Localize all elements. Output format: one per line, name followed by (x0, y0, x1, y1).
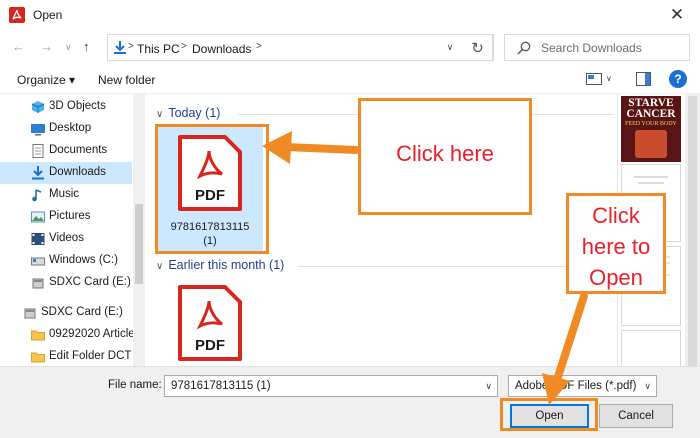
sidebar-item-sdxc-card-root[interactable]: SDXC Card (E:) (0, 302, 132, 324)
organize-menu-button[interactable]: Organize ▾ (17, 73, 75, 87)
navigation-pane: 3D Objects Desktop Documents Downloads M… (0, 94, 145, 366)
search-icon (517, 41, 531, 55)
sidebar-item-videos[interactable]: Videos (0, 228, 132, 250)
group-header-label: Earlier this month (1) (168, 258, 285, 272)
search-input[interactable]: Search Downloads (504, 34, 690, 61)
chevron-right-icon: > (181, 41, 187, 52)
chevron-down-icon: ∨ (156, 261, 164, 272)
title-bar: Open ✕ (0, 0, 700, 30)
chevron-right-icon[interactable]: > (256, 41, 262, 52)
breadcrumb-downloads[interactable]: Downloads (192, 42, 251, 56)
drive-icon (31, 257, 45, 266)
sidebar-item-label: SDXC Card (E:) (41, 306, 123, 318)
refresh-button[interactable]: ↻ (463, 34, 493, 61)
callout-text: Click here (396, 141, 494, 166)
folder-icon (31, 352, 45, 363)
help-button[interactable]: ? (669, 70, 687, 88)
sd-card-icon (32, 278, 44, 289)
callout-line: Click (592, 203, 640, 228)
group-header-today[interactable]: ∨ Today (1) (156, 106, 220, 120)
book-title: STARVE CANCER (626, 97, 676, 120)
sidebar-item-windows-c[interactable]: Windows (C:) (0, 250, 132, 272)
chevron-down-icon: ∨ (156, 109, 164, 120)
open-button-highlight-box (500, 398, 598, 431)
preview-scroll-thumb[interactable] (688, 96, 697, 366)
callout-click-here: Click here (358, 98, 532, 215)
sidebar-item-label: 09292020 Article (49, 328, 135, 340)
music-icon (32, 189, 42, 202)
sidebar-item-label: Edit Folder DCT (49, 350, 132, 362)
documents-icon (32, 144, 44, 158)
file-name-value: 9781617813115 (1) (171, 380, 271, 392)
pictures-icon (31, 211, 45, 223)
group-header-label: Today (1) (168, 106, 221, 120)
sidebar-item-label: 3D Objects (49, 100, 106, 112)
file-name-label: File name: (108, 379, 162, 391)
preview-page (621, 330, 681, 370)
back-button[interactable]: ← (12, 39, 25, 54)
breadcrumb-this-pc[interactable]: This PC (137, 42, 180, 56)
sidebar-item-desktop[interactable]: Desktop (0, 118, 132, 140)
sidebar-item-documents[interactable]: Documents (0, 140, 132, 162)
sidebar-item-label: Music (49, 188, 80, 200)
acrobat-icon (9, 7, 25, 23)
chevron-down-icon[interactable]: ∨ (485, 381, 492, 392)
sd-card-icon (24, 308, 36, 319)
3d-objects-icon (31, 101, 45, 113)
sidebar-scrollbar[interactable] (133, 94, 145, 366)
callout-line: Open (589, 265, 643, 290)
up-button[interactable]: ↑ (83, 39, 90, 54)
file-type-select[interactable]: Adobe PDF Files (*.pdf) ∨ (508, 375, 657, 397)
close-button[interactable]: ✕ (654, 0, 700, 30)
book-subtitle: FEED YOUR BODY (625, 121, 677, 127)
group-header-earlier-this-month[interactable]: ∨ Earlier this month (1) (156, 258, 284, 272)
view-dropdown-icon[interactable]: ∨ (606, 74, 612, 83)
command-toolbar: Organize ▾ New folder ∨ ? (0, 64, 700, 94)
view-options-icon[interactable] (586, 73, 602, 85)
sidebar-item-label: Pictures (49, 210, 91, 222)
sidebar-item-downloads[interactable]: Downloads (0, 162, 132, 184)
sidebar-item-label: Documents (49, 144, 108, 156)
pdf-file-icon: PDF (178, 285, 242, 361)
pdf-icon-label: PDF (195, 337, 225, 354)
recent-locations-button[interactable]: ∨ (65, 42, 72, 53)
callout-click-here-to-open: Click here to Open (566, 193, 666, 294)
callout-text: Click here to Open (569, 200, 663, 293)
downloads-icon (114, 41, 126, 54)
file-highlight-box (155, 124, 269, 254)
downloads-icon (32, 166, 44, 180)
sidebar-item-09292020-article[interactable]: 09292020 Article (0, 324, 135, 346)
file-type-value: Adobe PDF Files (*.pdf) (515, 380, 637, 392)
folder-icon (31, 330, 45, 341)
sidebar-item-label: Videos (49, 232, 84, 244)
sidebar-item-sdxc-card[interactable]: SDXC Card (E:) (0, 272, 132, 294)
sidebar-item-music[interactable]: Music (0, 184, 132, 206)
sidebar-item-3d-objects[interactable]: 3D Objects (0, 96, 132, 118)
videos-icon (31, 233, 45, 245)
callout-line: here to (581, 234, 651, 259)
search-placeholder: Search Downloads (541, 41, 642, 55)
file-item-pdf[interactable]: PDF (157, 276, 263, 366)
desktop-icon (31, 124, 45, 136)
window-title: Open (33, 8, 63, 22)
file-name-input[interactable]: 9781617813115 (1) ∨ (164, 375, 498, 397)
new-folder-button[interactable]: New folder (98, 73, 155, 87)
sidebar-item-edit-folder-dct[interactable]: Edit Folder DCT (0, 346, 132, 366)
preview-pane-icon[interactable] (636, 72, 651, 86)
chevron-down-icon: ∨ (644, 381, 651, 391)
sidebar-item-label: Windows (C:) (49, 254, 119, 266)
sidebar-item-label: SDXC Card (E:) (49, 276, 131, 288)
address-dropdown-button[interactable]: ∨ (440, 34, 460, 61)
sidebar-item-pictures[interactable]: Pictures (0, 206, 132, 228)
forward-button[interactable]: → (40, 39, 53, 54)
sidebar-item-label: Downloads (49, 166, 106, 178)
cancel-button[interactable]: Cancel (599, 404, 673, 428)
book-cover-image (635, 130, 667, 158)
preview-scrollbar[interactable] (685, 94, 700, 366)
sidebar-scroll-thumb[interactable] (135, 204, 143, 284)
address-bar[interactable]: > This PC > Downloads > (107, 34, 494, 61)
book-cover-preview: STARVE CANCER FEED YOUR BODY (621, 96, 681, 162)
chevron-right-icon: > (128, 41, 134, 52)
sidebar-item-label: Desktop (49, 122, 92, 134)
